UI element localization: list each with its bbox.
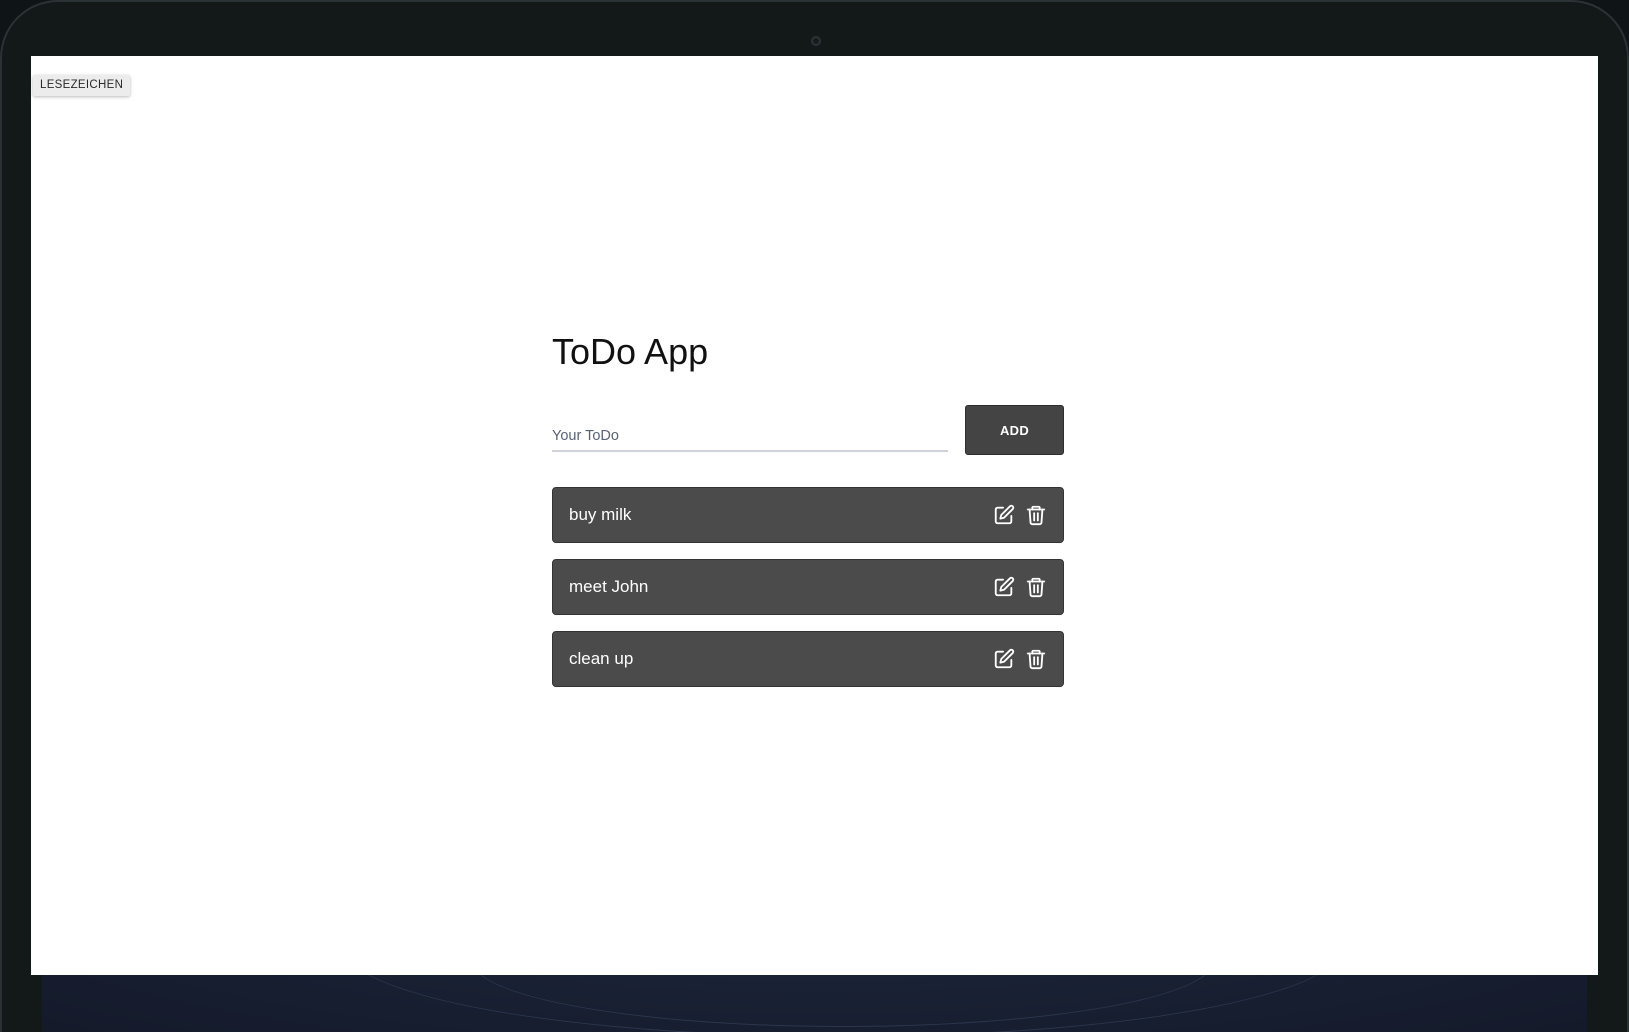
- todo-input[interactable]: [552, 410, 948, 452]
- trash-icon[interactable]: [1025, 504, 1047, 526]
- todo-item: buy milk: [552, 487, 1064, 543]
- trash-icon[interactable]: [1025, 648, 1047, 670]
- bookmarks-label[interactable]: LESEZEICHEN: [33, 75, 131, 96]
- todo-actions: [993, 576, 1047, 598]
- todo-actions: [993, 648, 1047, 670]
- trash-icon[interactable]: [1025, 576, 1047, 598]
- edit-icon[interactable]: [993, 504, 1015, 526]
- page-title: ToDo App: [552, 331, 709, 372]
- todo-list: buy milk meet John clean up: [552, 487, 1064, 703]
- edit-icon[interactable]: [993, 648, 1015, 670]
- laptop-frame: LESEZEICHEN ToDo App ADD buy milk: [0, 0, 1629, 1032]
- edit-icon[interactable]: [993, 576, 1015, 598]
- todo-app: ToDo App ADD buy milk: [552, 331, 1064, 687]
- todo-item: clean up: [552, 631, 1064, 687]
- todo-text: meet John: [569, 577, 649, 596]
- desktop-wallpaper: [42, 855, 1587, 1032]
- new-todo-form: ADD: [552, 405, 1064, 455]
- add-button[interactable]: ADD: [965, 405, 1064, 455]
- camera-icon: [811, 36, 821, 46]
- todo-actions: [993, 504, 1047, 526]
- todo-text: buy milk: [569, 505, 632, 524]
- browser-viewport: LESEZEICHEN ToDo App ADD buy milk: [31, 56, 1598, 975]
- todo-text: clean up: [569, 649, 634, 668]
- todo-item: meet John: [552, 559, 1064, 615]
